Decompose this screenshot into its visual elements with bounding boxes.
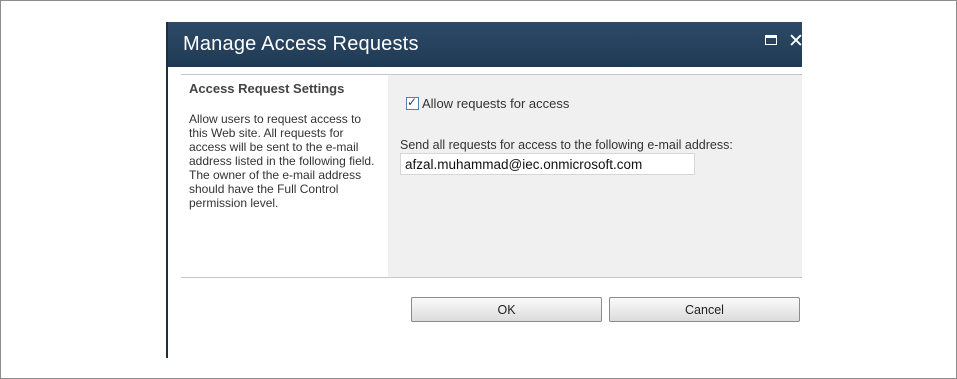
close-icon[interactable]: ✕ (788, 30, 802, 52)
email-field-label: Send all requests for access to the foll… (400, 138, 733, 152)
allow-requests-checkbox[interactable] (406, 95, 419, 110)
section-title: Access Request Settings (189, 81, 345, 96)
maximize-icon[interactable] (765, 35, 777, 45)
dialog-title: Manage Access Requests (183, 33, 419, 55)
manage-access-requests-dialog: Manage Access Requests ✕ Access Request … (166, 22, 802, 358)
allow-requests-option[interactable]: Allow requests for access (406, 95, 570, 111)
divider (181, 277, 802, 278)
cancel-button[interactable]: Cancel (609, 297, 800, 322)
section-description: Allow users to request access to this We… (189, 112, 375, 210)
settings-form-pane: Allow requests for access Send all reque… (388, 75, 802, 277)
allow-requests-label: Allow requests for access (422, 96, 570, 111)
email-field[interactable] (400, 153, 695, 175)
ok-button[interactable]: OK (411, 297, 602, 322)
settings-description-pane: Access Request Settings Allow users to r… (181, 75, 388, 277)
dialog-titlebar: Manage Access Requests ✕ (168, 22, 802, 67)
